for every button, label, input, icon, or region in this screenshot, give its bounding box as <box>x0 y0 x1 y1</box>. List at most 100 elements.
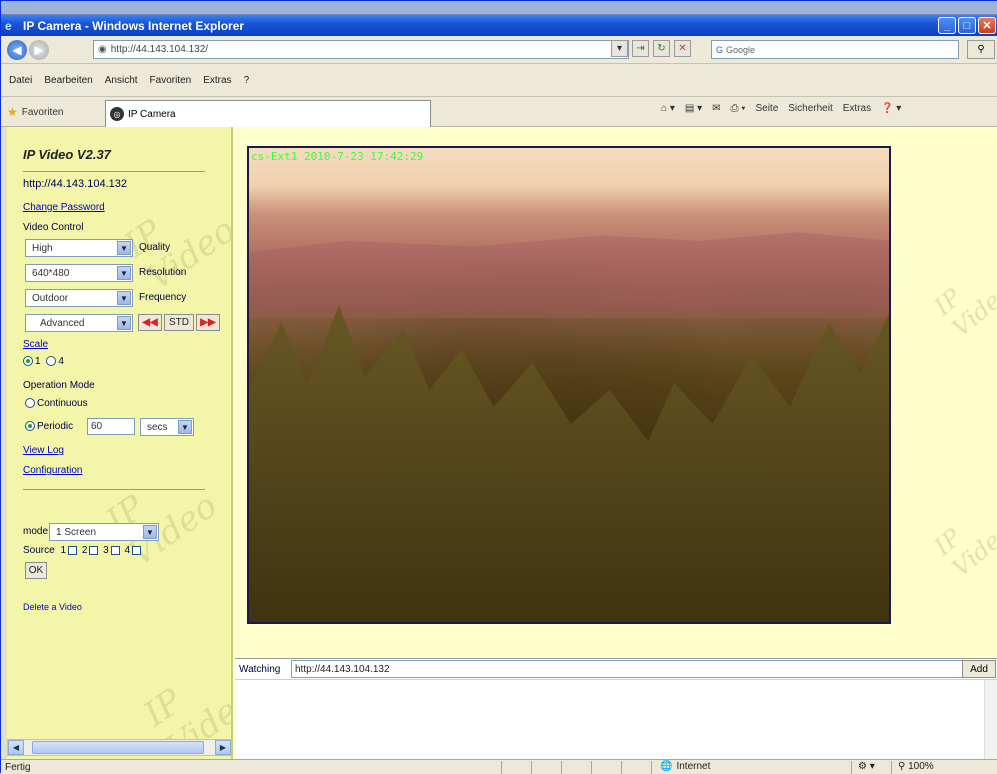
camera-video-feed: cs-Ext1 2010-7-23 17:42:29 <box>247 146 891 624</box>
interval-unit-value: secs <box>147 421 168 433</box>
address-bar[interactable]: ◉ http://44.143.104.132/ <box>93 40 629 59</box>
configuration-link[interactable]: Configuration <box>23 465 82 476</box>
source-checkbox-1[interactable] <box>68 545 78 555</box>
window-controls: _ □ ✕ <box>938 17 996 34</box>
scroll-right-button[interactable]: ▶ <box>215 740 231 755</box>
control-sidebar: IP Video IP Video IP Video IP Video V2.3… <box>1 127 233 759</box>
print-icon[interactable]: ⎙ ▾ <box>730 103 745 114</box>
quality-select[interactable]: High ▼ <box>25 239 133 257</box>
menu-help[interactable]: ? <box>242 75 252 86</box>
back-button[interactable]: ◀ <box>7 39 27 60</box>
command-bar: ⌂ ▾ ▤ ▾ ✉ ⎙ ▾ Seite Sicherheit Extras ❓ … <box>661 103 901 114</box>
forward-button[interactable]: ▶ <box>29 39 49 60</box>
periodic-interval-input[interactable]: 60 <box>87 418 135 435</box>
video-hills <box>249 232 889 318</box>
cmd-tools[interactable]: Extras <box>843 103 871 114</box>
address-row: ◀ ▶ ◉ http://44.143.104.132/ ▾ ⇥ ↻ ✕ G G… <box>1 36 997 64</box>
scale-options: 1 4 <box>23 356 64 367</box>
frequency-label: Frequency <box>139 292 187 303</box>
favorites-button[interactable]: ★ Favoriten <box>7 105 63 119</box>
refresh-icon[interactable]: ↻ <box>653 40 670 57</box>
std-button[interactable]: STD <box>164 314 194 331</box>
delete-video-link[interactable]: Delete a Video <box>23 602 82 612</box>
magnifier-icon: ⚲ <box>977 44 985 55</box>
scale-option-1: 1 <box>35 356 41 367</box>
page-icon: ◉ <box>98 44 107 55</box>
tab-ip-camera[interactable]: ◎ IP Camera <box>105 100 431 127</box>
watching-url-input[interactable]: http://44.143.104.132 <box>291 660 993 678</box>
maximize-button[interactable]: □ <box>958 17 976 34</box>
mail-icon[interactable]: ✉ <box>712 103 720 114</box>
protected-mode-icon[interactable]: ⚙ ▾ <box>851 760 891 774</box>
source-checkbox-2[interactable] <box>89 545 99 555</box>
google-icon: G <box>716 44 724 55</box>
change-password-link[interactable]: Change Password <box>23 202 105 213</box>
divider <box>23 489 205 490</box>
help-icon[interactable]: ❓ ▾ <box>881 103 901 114</box>
chevron-down-icon: ▼ <box>143 525 157 539</box>
ok-button[interactable]: OK <box>25 562 47 579</box>
taskbar-strip <box>1 1 997 15</box>
mode-label: mode <box>23 526 49 537</box>
scale-option-4: 4 <box>58 356 64 367</box>
quality-value: High <box>32 242 53 254</box>
menu-tools[interactable]: Extras <box>201 75 233 86</box>
source-4: 4 <box>124 545 131 556</box>
log-pane <box>235 680 997 759</box>
menu-file[interactable]: Datei <box>7 75 34 86</box>
periodic-radio[interactable] <box>25 421 35 432</box>
view-log-link[interactable]: View Log <box>23 445 64 456</box>
search-button[interactable]: ⚲ <box>967 40 995 59</box>
scale-radio-4[interactable] <box>46 356 57 367</box>
advanced-select[interactable]: Advanced ▼ <box>25 314 133 332</box>
source-checkbox-3[interactable] <box>110 545 120 555</box>
chevron-down-icon: ▼ <box>117 241 131 255</box>
scroll-thumb[interactable] <box>32 741 204 754</box>
continuous-option: Continuous <box>25 398 88 409</box>
scroll-left-button[interactable]: ◀ <box>8 740 24 755</box>
close-button[interactable]: ✕ <box>978 17 996 34</box>
mode-select[interactable]: 1 Screen ▼ <box>49 523 159 541</box>
status-cell <box>591 760 621 774</box>
resolution-select[interactable]: 640*480 ▼ <box>25 264 133 282</box>
continuous-radio[interactable] <box>25 398 35 409</box>
cmd-page[interactable]: Seite <box>755 103 778 114</box>
log-vertical-scrollbar[interactable] <box>984 680 997 759</box>
minimize-button[interactable]: _ <box>938 17 956 34</box>
feeds-icon[interactable]: ▤ ▾ <box>685 103 702 114</box>
add-button[interactable]: Add <box>962 660 996 678</box>
decrease-button[interactable]: ◀◀ <box>138 314 162 331</box>
home-icon[interactable]: ⌂ ▾ <box>661 103 675 114</box>
menu-view[interactable]: Ansicht <box>103 75 140 86</box>
zone-label: Internet <box>676 760 711 772</box>
chevron-down-icon: ▼ <box>117 316 131 330</box>
app-title: IP Video V2.37 <box>23 147 111 162</box>
periodic-label: Periodic <box>37 421 74 432</box>
zoom-level: 100% <box>908 760 934 772</box>
address-url: http://44.143.104.132/ <box>110 44 209 55</box>
go-icon[interactable]: ⇥ <box>632 40 649 57</box>
search-input[interactable]: G Google <box>711 40 959 59</box>
zoom-control[interactable]: ⚲ 100% <box>891 760 967 774</box>
frequency-select[interactable]: Outdoor ▼ <box>25 289 133 307</box>
status-cell <box>501 760 531 774</box>
menu-edit[interactable]: Bearbeiten <box>42 75 94 86</box>
menu-favorites[interactable]: Favoriten <box>148 75 194 86</box>
window-title: IP Camera - Windows Internet Explorer <box>23 18 245 33</box>
source-checkbox-4[interactable] <box>132 545 142 555</box>
source-row: Source 1 2 3 4 <box>23 545 143 556</box>
increase-button[interactable]: ▶▶ <box>196 314 220 331</box>
interval-unit-select[interactable]: secs ▼ <box>140 418 194 436</box>
stop-icon[interactable]: ✕ <box>674 40 691 57</box>
sidebar-horizontal-scrollbar[interactable]: ◀ ▶ <box>7 739 231 756</box>
page-content: IP Video IP Video IP Video IP Video V2.3… <box>1 127 997 759</box>
cmd-security[interactable]: Sicherheit <box>788 103 832 114</box>
resolution-value: 640*480 <box>32 267 70 279</box>
watermark: IP Video <box>928 276 997 343</box>
video-timestamp: cs-Ext1 2010-7-23 17:42:29 <box>251 150 424 163</box>
video-control-label: Video Control <box>23 222 84 233</box>
address-dropdown-button[interactable]: ▾ <box>611 40 628 57</box>
scale-radio-1[interactable] <box>23 356 33 367</box>
status-cell <box>561 760 591 774</box>
globe-icon: 🌐 <box>660 760 673 772</box>
